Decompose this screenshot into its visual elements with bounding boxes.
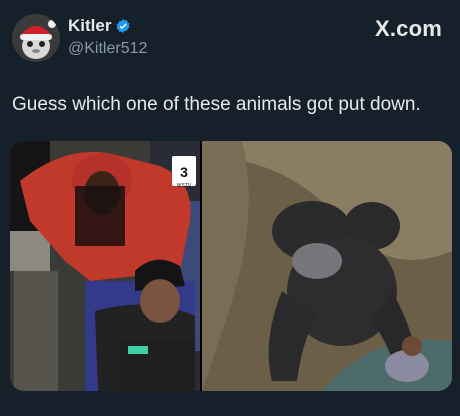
bottom-spacer xyxy=(0,400,460,416)
x-com-logo[interactable]: X.com xyxy=(375,16,442,42)
news-logo-text: WSTV xyxy=(177,183,192,189)
santa-cat-avatar-icon xyxy=(12,14,60,62)
gorilla-illustration xyxy=(202,141,452,391)
tweet-media[interactable]: 3 WSTV xyxy=(10,141,452,391)
bus-scene-image: 3 WSTV xyxy=(10,141,200,391)
author-row: Kitler xyxy=(68,16,131,36)
user-handle[interactable]: @Kitler512 xyxy=(68,40,147,58)
display-name[interactable]: Kitler xyxy=(68,16,111,36)
tweet-text: Guess which one of these animals got put… xyxy=(12,94,421,115)
avatar[interactable] xyxy=(12,14,60,62)
bus-scene-illustration: 3 WSTV xyxy=(10,141,200,391)
svg-text:3: 3 xyxy=(180,164,188,180)
gorilla-scene-image xyxy=(202,141,452,391)
verified-badge-icon xyxy=(117,19,130,33)
